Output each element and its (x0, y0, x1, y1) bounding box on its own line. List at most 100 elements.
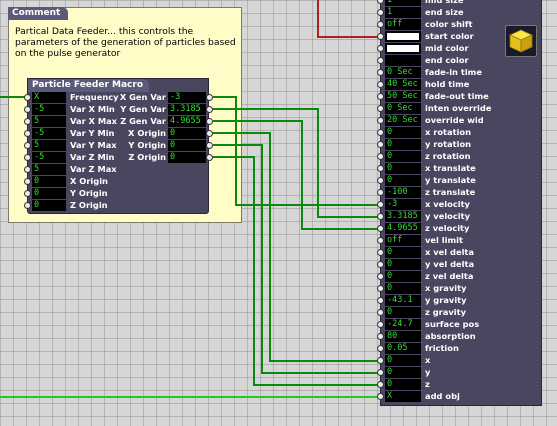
color-swatch[interactable] (385, 43, 421, 54)
inlet-port[interactable] (377, 285, 384, 292)
inlet-port[interactable] (24, 106, 31, 113)
inlet-port[interactable] (24, 202, 31, 209)
color-swatch[interactable] (385, 31, 421, 42)
inlet-port[interactable] (377, 393, 384, 400)
inlet-port[interactable] (24, 130, 31, 137)
inlet-port[interactable] (377, 141, 384, 148)
outlet-port[interactable] (206, 118, 213, 125)
inlet-port[interactable] (377, 117, 384, 124)
param-value[interactable]: 0 (385, 271, 421, 282)
inlet-port[interactable] (24, 118, 31, 125)
param-value[interactable]: -43.1 (385, 295, 421, 306)
param-value[interactable]: 20 Sec (385, 115, 421, 126)
outlet-port[interactable] (206, 142, 213, 149)
macro-input-value[interactable]: 5 (32, 140, 66, 151)
param-value[interactable]: 40 Sec (385, 79, 421, 90)
param-value[interactable]: 0 (385, 247, 421, 258)
macro-input-value[interactable]: 0 (32, 188, 66, 199)
param-value[interactable]: 1 (385, 7, 421, 18)
outlet-port[interactable] (206, 106, 213, 113)
macro-input-value[interactable]: X (32, 92, 66, 103)
param-value[interactable]: -24.7 (385, 319, 421, 330)
inlet-port[interactable] (377, 309, 384, 316)
color-swatch[interactable] (385, 55, 421, 66)
param-value[interactable]: 0 (385, 379, 421, 390)
param-value[interactable]: 3.3185 (385, 211, 421, 222)
inlet-port[interactable] (377, 381, 384, 388)
param-value[interactable]: off (385, 19, 421, 30)
inlet-port[interactable] (377, 333, 384, 340)
inlet-port[interactable] (24, 166, 31, 173)
outlet-port[interactable] (206, 130, 213, 137)
param-value[interactable]: 0 (385, 367, 421, 378)
macro-title[interactable]: Particle Feeder Macro (28, 79, 150, 92)
inlet-port[interactable] (377, 105, 384, 112)
inlet-port[interactable] (377, 177, 384, 184)
param-value[interactable]: 0 (385, 163, 421, 174)
inlet-port[interactable] (377, 93, 384, 100)
param-value[interactable]: 0.05 (385, 343, 421, 354)
inlet-port[interactable] (377, 345, 384, 352)
param-value[interactable]: 0 (385, 127, 421, 138)
param-value[interactable]: 0 (385, 151, 421, 162)
inlet-port[interactable] (377, 357, 384, 364)
inlet-port[interactable] (377, 45, 384, 52)
inlet-port[interactable] (377, 69, 384, 76)
macro-input-value[interactable]: 0 (32, 176, 66, 187)
macro-input-value[interactable]: -5 (32, 128, 66, 139)
param-value[interactable]: 0 Sec (385, 103, 421, 114)
inlet-port[interactable] (24, 178, 31, 185)
outlet-port[interactable] (206, 94, 213, 101)
inlet-port[interactable] (24, 94, 31, 101)
inlet-port[interactable] (377, 165, 384, 172)
inlet-port[interactable] (377, 129, 384, 136)
param-value[interactable]: -3 (385, 199, 421, 210)
param-value[interactable]: 0 (385, 175, 421, 186)
param-value[interactable]: 0 Sec (385, 67, 421, 78)
inlet-port[interactable] (377, 153, 384, 160)
param-label-z-velocity: z velocity (425, 223, 470, 233)
macro-input-value[interactable]: -5 (32, 152, 66, 163)
param-value[interactable]: 0 (385, 355, 421, 366)
inlet-port[interactable] (377, 57, 384, 64)
inlet-port[interactable] (377, 321, 384, 328)
param-value[interactable]: 0 (385, 307, 421, 318)
inlet-port[interactable] (377, 21, 384, 28)
param-value[interactable]: X (385, 391, 421, 402)
comment-title[interactable]: Comment (8, 7, 69, 20)
inlet-port[interactable] (24, 190, 31, 197)
wire-start-color[interactable] (317, 0, 385, 38)
param-value[interactable]: off (385, 235, 421, 246)
inlet-port[interactable] (377, 237, 384, 244)
inlet-port[interactable] (377, 201, 384, 208)
param-value[interactable]: 1 (385, 0, 421, 6)
param-value[interactable]: 0 (385, 139, 421, 150)
inlet-port[interactable] (377, 33, 384, 40)
inlet-port[interactable] (377, 213, 384, 220)
particle-emitter-actor[interactable]: 1 mid size 1 end size off color shift start co… (377, 0, 542, 406)
param-value[interactable]: 0 (385, 259, 421, 270)
inlet-port[interactable] (377, 0, 384, 4)
param-value[interactable]: 80 (385, 331, 421, 342)
inlet-port[interactable] (377, 369, 384, 376)
inlet-port[interactable] (377, 249, 384, 256)
param-value[interactable]: 50 Sec (385, 91, 421, 102)
macro-input-value[interactable]: 0 (32, 200, 66, 211)
inlet-port[interactable] (377, 81, 384, 88)
inlet-port[interactable] (377, 225, 384, 232)
macro-input-value[interactable]: 5 (32, 116, 66, 127)
inlet-port[interactable] (377, 189, 384, 196)
param-value[interactable]: 0 (385, 283, 421, 294)
particle-feeder-macro[interactable]: Particle Feeder Macro X Frequency -5 Var X … (24, 78, 213, 214)
inlet-port[interactable] (377, 261, 384, 268)
inlet-port[interactable] (24, 154, 31, 161)
macro-input-value[interactable]: 5 (32, 164, 66, 175)
inlet-port[interactable] (24, 142, 31, 149)
macro-input-value[interactable]: -5 (32, 104, 66, 115)
inlet-port[interactable] (377, 9, 384, 16)
param-value[interactable]: 4.9655 (385, 223, 421, 234)
outlet-port[interactable] (206, 154, 213, 161)
param-value[interactable]: -100 (385, 187, 421, 198)
inlet-port[interactable] (377, 273, 384, 280)
inlet-port[interactable] (377, 297, 384, 304)
